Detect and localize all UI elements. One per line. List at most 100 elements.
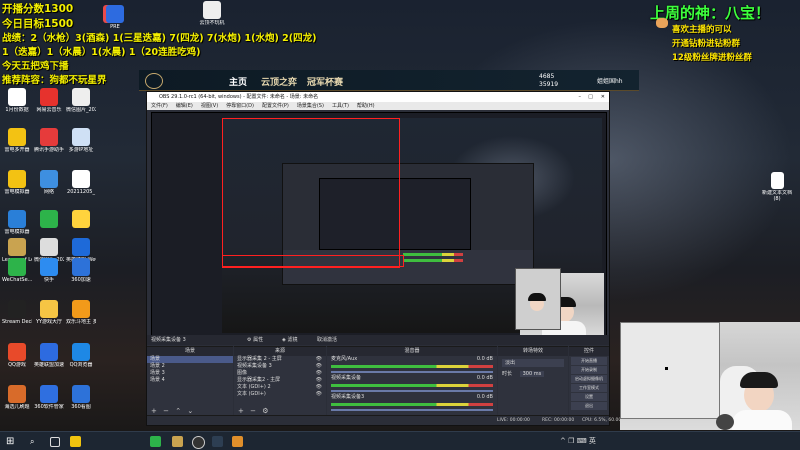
eye-icon[interactable]: 👁: [316, 370, 322, 377]
remove-icon[interactable]: −: [163, 407, 169, 415]
menu-item[interactable]: 视图(V): [201, 103, 218, 109]
properties-button[interactable]: ⚙ 属性: [247, 335, 263, 345]
menu-item[interactable]: 编辑(E): [176, 103, 193, 109]
source-bounding-box-2[interactable]: [222, 255, 404, 267]
desktop-icon[interactable]: 英雄联盟加速: [34, 343, 64, 368]
desktop-icon[interactable]: QQ游戏: [2, 343, 32, 368]
maximize-icon[interactable]: □: [588, 92, 593, 102]
source-item[interactable]: 图像 👁: [234, 370, 326, 377]
filters-button[interactable]: ◈ 滤镜: [282, 335, 297, 345]
eye-icon[interactable]: 👁: [316, 384, 322, 391]
desktop-icon[interactable]: 1月份数据: [2, 88, 32, 113]
obs-icon[interactable]: [192, 436, 205, 449]
control-button[interactable]: 设置: [571, 393, 607, 401]
desktop-icon[interactable]: 网易云音乐: [34, 88, 64, 113]
menu-item[interactable]: 停靠窗口(D): [226, 103, 254, 109]
eye-icon[interactable]: 👁: [316, 356, 322, 363]
close-icon[interactable]: ✕: [601, 92, 605, 102]
desktop-icon[interactable]: 微信图片_2022: [66, 88, 96, 113]
control-button[interactable]: 退出: [571, 402, 607, 410]
desktop-icon[interactable]: 双乐斗地主 多游戏加速: [66, 300, 96, 325]
desktop-icon[interactable]: 360软件管家: [34, 385, 64, 410]
eye-icon[interactable]: 👁: [316, 363, 322, 370]
explorer-icon[interactable]: [70, 436, 81, 447]
volume-slider[interactable]: [331, 390, 493, 392]
system-tray[interactable]: ^ ❐ ⌨ 英: [560, 436, 596, 446]
source-item[interactable]: 视频采集设备 3 👁: [234, 363, 326, 370]
chevron-down-icon[interactable]: ⌄: [187, 407, 193, 415]
fan-notice-3: 12级粉丝牌进粉丝群: [672, 53, 752, 63]
desktop-icon[interactable]: YY游戏大厅: [34, 300, 64, 325]
menu-item[interactable]: 文件(F): [151, 103, 168, 109]
game-icon[interactable]: [172, 436, 183, 447]
control-button[interactable]: 开始直播: [571, 357, 607, 365]
gear-icon[interactable]: ⚙: [262, 407, 268, 415]
desktop-icon[interactable]: Stream Deck: [2, 300, 32, 325]
control-button[interactable]: 工作室模式: [571, 384, 607, 392]
volume-meter[interactable]: [331, 403, 493, 406]
desktop-icon[interactable]: [34, 210, 64, 229]
desktop-icon[interactable]: 雷电模拟器: [2, 170, 32, 195]
transition-select[interactable]: 淡出: [502, 359, 564, 367]
game-client-logo[interactable]: [145, 73, 163, 89]
taskview-icon[interactable]: [50, 437, 60, 447]
scene-item[interactable]: 场景: [147, 356, 233, 363]
app-icon[interactable]: [232, 436, 243, 447]
volume-slider[interactable]: [331, 371, 493, 373]
desktop-icon[interactable]: 快手: [34, 258, 64, 283]
desktop-icon-label: 多游IP地址: [68, 147, 94, 153]
scene-item[interactable]: 场景 4: [147, 377, 233, 384]
volume-slider[interactable]: [331, 409, 493, 411]
tab-tft[interactable]: 云顶之弈: [261, 75, 297, 88]
source-item[interactable]: 文本 (GDI+) 2 👁: [234, 384, 326, 391]
menu-item[interactable]: 工具(T): [332, 103, 349, 109]
channel-name: 麦克风/Aux: [331, 356, 358, 362]
eye-icon[interactable]: 👁: [316, 377, 322, 384]
eye-icon[interactable]: 👁: [316, 391, 322, 398]
desktop-icon[interactable]: 云顶不玩机: [197, 1, 227, 26]
desktop-icon[interactable]: QQ浏览器: [66, 343, 96, 368]
menu-item[interactable]: 场景集合(S): [297, 103, 324, 109]
volume-meter[interactable]: [331, 384, 493, 387]
start-icon[interactable]: ⊞: [6, 436, 17, 447]
chevron-up-icon[interactable]: ⌃: [175, 407, 181, 415]
desktop-icon[interactable]: 海选儿刷题: [2, 385, 32, 410]
desktop-icon[interactable]: 多游IP地址: [66, 128, 96, 153]
app-icon: [72, 343, 90, 361]
scene-item[interactable]: 场景 2: [147, 363, 233, 370]
duration-input[interactable]: 300 ms: [519, 371, 545, 377]
scene-item[interactable]: 场景 3: [147, 370, 233, 377]
minimize-icon[interactable]: –: [579, 92, 582, 102]
remove-icon[interactable]: −: [250, 407, 256, 415]
desktop-icon-text-document[interactable]: 新建文本文档 (8): [760, 172, 794, 202]
add-icon[interactable]: +: [151, 407, 157, 415]
search-icon[interactable]: ⌕: [30, 436, 41, 447]
desktop-icon[interactable]: 360加速: [66, 258, 96, 283]
menu-item[interactable]: 帮助(H): [357, 103, 375, 109]
desktop-icon[interactable]: 雷电多开器: [2, 128, 32, 153]
steam-icon[interactable]: [212, 436, 223, 447]
app-icon: [8, 128, 26, 146]
add-icon[interactable]: +: [238, 407, 244, 415]
tab-home[interactable]: 主页: [229, 75, 247, 88]
audio-mixer-dock: 混音器 麦克风/Aux 0.0 dB 视频采集设备 0.0 dB 视频采集设备3 0.0 …: [327, 346, 497, 417]
volume-meter[interactable]: [331, 365, 493, 368]
source-item[interactable]: 显示器采集2 - 主屏 👁: [234, 377, 326, 384]
desktop-icon[interactable]: 20211205_: [66, 170, 96, 195]
source-bounding-box[interactable]: [222, 118, 400, 268]
control-button[interactable]: 启动虚拟摄像机: [571, 375, 607, 383]
desktop-icon[interactable]: WeChatSe...: [2, 258, 32, 283]
desktop-icon[interactable]: 腾讯手游助手: [34, 128, 64, 153]
deactivate-button[interactable]: 取消激活: [317, 335, 337, 345]
desktop-icon[interactable]: PRE: [100, 5, 130, 30]
tab-champions-cup[interactable]: 冠军杯赛: [307, 75, 343, 88]
control-button[interactable]: 开始录制: [571, 366, 607, 374]
wechat-icon[interactable]: [150, 436, 161, 447]
desktop-icon[interactable]: 雷电模拟器: [2, 210, 32, 235]
desktop-icon[interactable]: 网络: [34, 170, 64, 195]
desktop-icon[interactable]: [66, 210, 96, 229]
desktop-icon[interactable]: 360看图: [66, 385, 96, 410]
menu-item[interactable]: 配置文件(P): [262, 103, 289, 109]
source-item[interactable]: 文本 (GDI+) 👁: [234, 391, 326, 398]
source-item[interactable]: 显示器采集 2 - 主屏 👁: [234, 356, 326, 363]
